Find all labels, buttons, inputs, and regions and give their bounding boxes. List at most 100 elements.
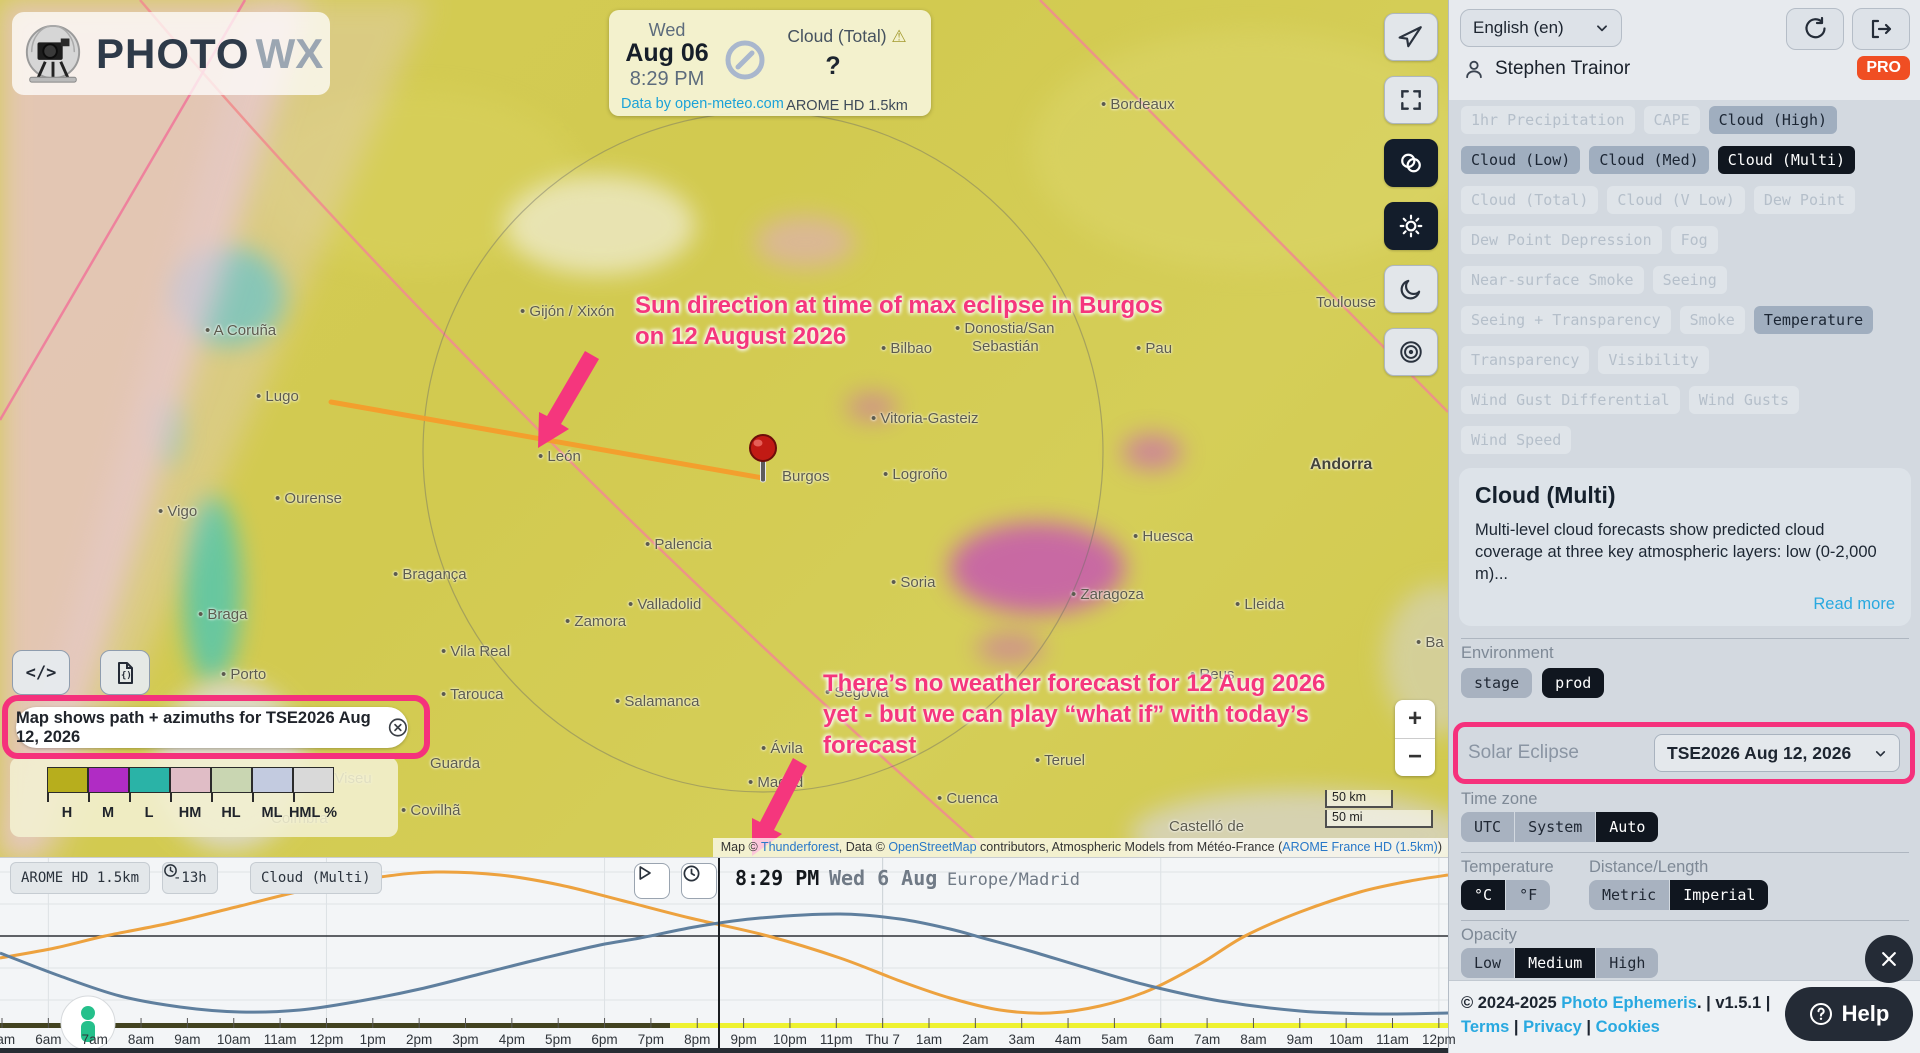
solar-eclipse-value: TSE2026 Aug 12, 2026 — [1667, 743, 1851, 764]
timeline-bottom-strip — [0, 1048, 1448, 1053]
link[interactable]: OpenStreetMap — [888, 840, 976, 854]
report-document-button[interactable]: {) — [100, 650, 150, 695]
layer-button-near-surface-smoke[interactable]: Near-surface Smoke — [1461, 266, 1644, 294]
legend-swatch — [88, 767, 129, 793]
link[interactable]: Privacy — [1523, 1018, 1582, 1036]
map-control-overlap-circles[interactable] — [1384, 139, 1438, 187]
axis-label: 7pm — [638, 1032, 664, 1047]
layer-button-smoke[interactable]: Smoke — [1680, 306, 1745, 334]
option-utc[interactable]: UTC — [1461, 812, 1514, 842]
text: v1.5.1 — [1715, 994, 1761, 1012]
app-logo: PHOTO WX — [12, 12, 330, 95]
layer-button-wind-speed[interactable]: Wind Speed — [1461, 426, 1571, 454]
axis-label: 8am — [128, 1032, 154, 1047]
read-more-link[interactable]: Read more — [1475, 595, 1895, 614]
layer-button-temperature[interactable]: Temperature — [1754, 306, 1873, 334]
option-f[interactable]: °F — [1506, 880, 1550, 910]
settings-sidebar: English (en) Stephen Trainor PRO — [1448, 0, 1920, 1053]
navigation-arrow-icon — [1398, 24, 1424, 50]
distance-unit-toggle: MetricImperial — [1589, 880, 1768, 910]
layer-button-cape[interactable]: CAPE — [1644, 106, 1700, 134]
divider — [1461, 638, 1909, 639]
option-metric[interactable]: Metric — [1589, 880, 1669, 910]
layer-button-cloud-low-[interactable]: Cloud (Low) — [1461, 146, 1580, 174]
user-account[interactable]: Stephen Trainor — [1463, 58, 1630, 80]
legend-tick — [170, 793, 172, 802]
svg-text:{): {) — [121, 671, 132, 681]
layer-button-wind-gusts[interactable]: Wind Gusts — [1689, 386, 1799, 414]
axis-label: 12pm — [310, 1032, 344, 1047]
link[interactable]: Terms — [1461, 1018, 1509, 1036]
temperature-unit-toggle: °C°F — [1461, 880, 1550, 910]
text: | — [1761, 994, 1770, 1012]
layer-button-seeing[interactable]: Seeing — [1653, 266, 1727, 294]
photo-wx-app: • A Coruña• Lugo• Vigo• Ourense• Braga• … — [0, 0, 1920, 1053]
layer-button-cloud-total-[interactable]: Cloud (Total) — [1461, 186, 1598, 214]
axis-label: 12pm — [1422, 1032, 1456, 1047]
map-control-sun[interactable] — [1384, 202, 1438, 250]
play-button[interactable] — [634, 863, 670, 899]
layer-button-wind-gust-differential[interactable]: Wind Gust Differential — [1461, 386, 1680, 414]
layer-button-cloud-multi-[interactable]: Cloud (Multi) — [1718, 146, 1855, 174]
timeline-panel[interactable]: AROME HD 1.5km-13hCloud (Multi) 8:29 PM … — [0, 857, 1448, 1053]
map-canvas[interactable]: • A Coruña• Lugo• Vigo• Ourense• Braga• … — [0, 0, 1448, 857]
layer-button-fog[interactable]: Fog — [1671, 226, 1718, 254]
sign-out-button[interactable] — [1852, 8, 1910, 50]
help-button[interactable]: Help — [1785, 987, 1913, 1041]
play-icon — [635, 864, 653, 882]
refresh-button[interactable] — [1786, 8, 1844, 50]
legend-tick — [252, 793, 254, 802]
axis-label: 3am — [1009, 1032, 1035, 1047]
layer-button-dew-point-depression[interactable]: Dew Point Depression — [1461, 226, 1662, 254]
layer-button-cloud-high-[interactable]: Cloud (High) — [1709, 106, 1837, 134]
link[interactable]: AROME France HD (1.5km) — [1282, 840, 1438, 854]
option-prod[interactable]: prod — [1542, 668, 1604, 698]
layer-button-cloud-v-low-[interactable]: Cloud (V Low) — [1607, 186, 1744, 214]
data-source-link[interactable]: Data by open-meteo.com — [621, 96, 784, 112]
axis-label: 11am — [1376, 1032, 1409, 1047]
option-medium[interactable]: Medium — [1515, 948, 1595, 978]
option-c[interactable]: °C — [1461, 880, 1505, 910]
map-control-navigation-arrow[interactable] — [1384, 13, 1438, 61]
embed-code-button[interactable]: </> — [12, 650, 70, 695]
axis-label: 5pm — [545, 1032, 571, 1047]
layer-button-1hr-precipitation[interactable]: 1hr Precipitation — [1461, 106, 1635, 134]
option-imperial[interactable]: Imperial — [1670, 880, 1768, 910]
timeline-badge--13h[interactable]: -13h — [162, 862, 218, 894]
layer-button-dew-point[interactable]: Dew Point — [1754, 186, 1855, 214]
environment-label: Environment — [1461, 644, 1554, 663]
zoom-out-button[interactable]: − — [1395, 739, 1435, 777]
legend-tick — [211, 793, 213, 802]
zoom-in-button[interactable]: + — [1395, 700, 1435, 739]
annotation-arrow — [538, 351, 599, 448]
time-picker-button[interactable] — [681, 863, 717, 899]
layer-button-visibility[interactable]: Visibility — [1598, 346, 1708, 374]
layer-button-seeing-transparency[interactable]: Seeing + Transparency — [1461, 306, 1671, 334]
link[interactable]: Cookies — [1596, 1018, 1660, 1036]
text: . | — [1697, 994, 1715, 1012]
timeline-badge-arome-hd-1-5km[interactable]: AROME HD 1.5km — [10, 862, 150, 894]
close-message-icon[interactable] — [388, 716, 408, 739]
map-control-fullscreen[interactable] — [1384, 76, 1438, 124]
divider — [1461, 852, 1909, 853]
solar-eclipse-select[interactable]: TSE2026 Aug 12, 2026 — [1654, 734, 1900, 772]
map-control-moon[interactable] — [1384, 265, 1438, 313]
timeline-badge-cloud-multi-[interactable]: Cloud (Multi) — [250, 862, 382, 894]
option-stage[interactable]: stage — [1461, 668, 1532, 698]
layer-button-transparency[interactable]: Transparency — [1461, 346, 1589, 374]
option-system[interactable]: System — [1515, 812, 1595, 842]
link[interactable]: Thunderforest — [761, 840, 839, 854]
language-select[interactable]: English (en) — [1460, 9, 1622, 47]
close-panel-button[interactable] — [1865, 935, 1913, 983]
person-icon — [1463, 58, 1485, 80]
option-low[interactable]: Low — [1461, 948, 1514, 978]
timeline-day-bar — [670, 1023, 1448, 1028]
option-high[interactable]: High — [1596, 948, 1658, 978]
clock-icon — [682, 864, 701, 883]
map-control-target[interactable] — [1384, 328, 1438, 376]
option-auto[interactable]: Auto — [1596, 812, 1658, 842]
layer-button-cloud-med-[interactable]: Cloud (Med) — [1589, 146, 1708, 174]
legend-swatch — [170, 767, 211, 793]
link[interactable]: Photo Ephemeris — [1561, 994, 1697, 1012]
timezone-label: Time zone — [1461, 790, 1537, 809]
